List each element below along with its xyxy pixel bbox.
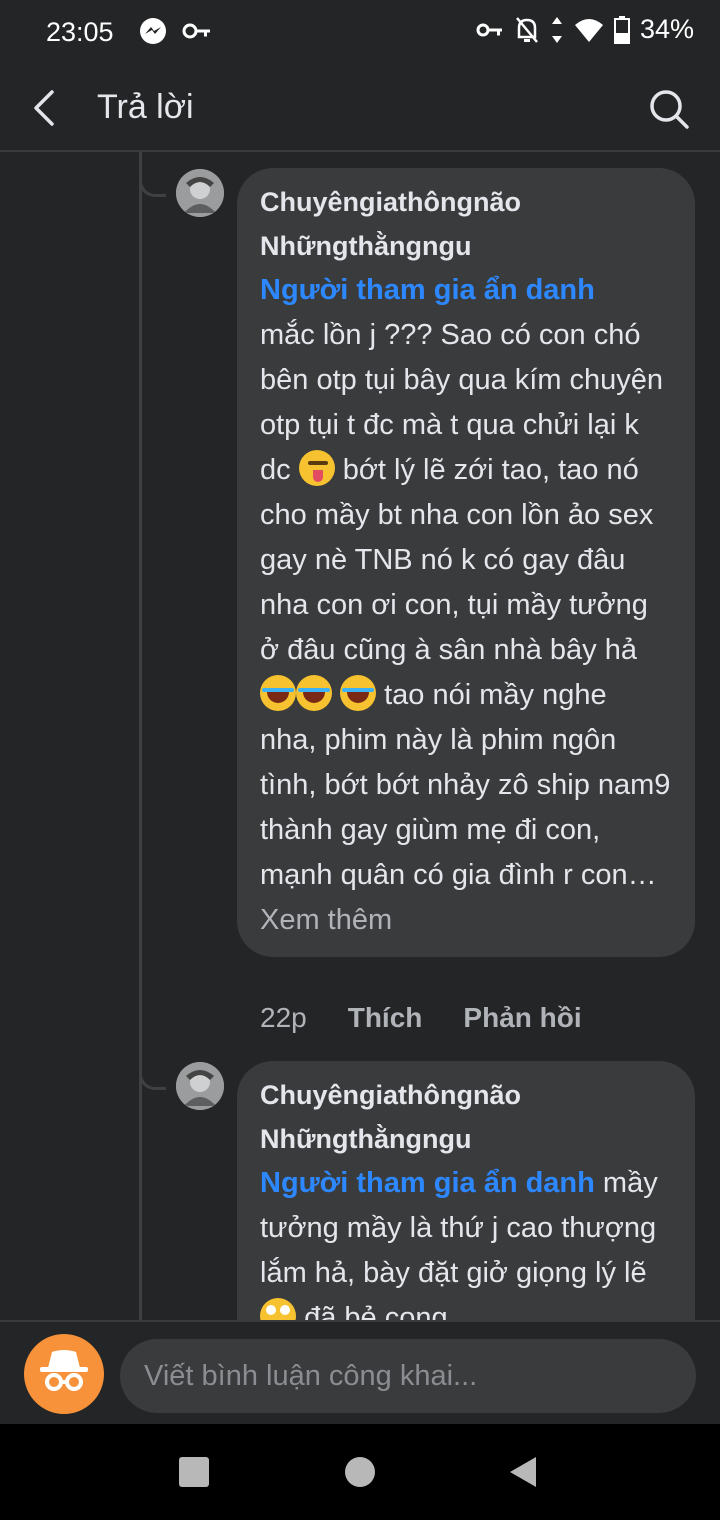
tongue-emoji-icon [298,450,335,486]
chevron-left-icon[interactable] [26,88,66,128]
search-icon[interactable] [648,88,690,130]
page-title: Trả lời [97,88,194,126]
comment-author[interactable]: Chuyêngiathôngnão Nhữngthằngngu [260,180,671,268]
comment-actions: 22p Thích Phản hồi [260,1002,623,1034]
comment-bubble[interactable]: Chuyêngiathôngnão Nhữngthằngngu Người th… [237,1061,695,1320]
see-more-link[interactable]: Xem thêm [260,904,392,936]
reply-button[interactable]: Phản hồi [463,1002,581,1034]
incognito-icon[interactable] [24,1334,104,1414]
bell-off-icon [515,16,538,43]
triangle-back-icon[interactable] [506,1454,542,1490]
comment-time: 22p [260,1002,307,1033]
avatar-image [176,1062,224,1110]
comment-composer [0,1320,720,1426]
square-icon[interactable] [176,1454,212,1490]
battery-percent: 34% [639,14,694,44]
messenger-icon [140,18,166,44]
system-nav-bar [0,1424,720,1520]
avatar-image [176,169,224,217]
like-button[interactable]: Thích [348,1002,423,1034]
laughing-emoji-icon [260,675,296,711]
data-arrows-icon [551,16,562,43]
comment-bubble[interactable]: Chuyêngiathôngnão Nhữngthằngngu Người th… [237,168,695,957]
comment-body: Người tham gia ẩn danh mắc lồn j ??? Sao… [260,268,671,943]
status-right-icons: 34% [476,14,694,45]
thread-line [139,152,142,1320]
key-icon [182,23,210,39]
thread-elbow [139,1063,166,1090]
header: Trả lời [0,66,720,152]
comment-body: Người tham gia ẩn danh mầy tưởng mầy là … [260,1161,671,1320]
laughing-emoji-icon [340,675,377,711]
status-left-icons [138,16,212,46]
thread-elbow [139,170,166,197]
mention-link[interactable]: Người tham gia ẩn danh [260,268,671,313]
vpn-key-icon [476,23,502,36]
comment-thread[interactable]: Chuyêngiathôngnão Nhữngthằngngu Người th… [0,152,720,1320]
avatar[interactable] [176,1062,224,1110]
comment-author[interactable]: Chuyêngiathôngnão Nhữngthằngngu [260,1073,671,1161]
wifi-icon [574,18,603,42]
avatar[interactable] [176,169,224,217]
comment-input[interactable] [120,1339,696,1413]
eye-roll-emoji-icon [260,1298,296,1320]
status-bar: 23:05 34% [0,0,720,66]
circle-icon[interactable] [342,1454,378,1490]
status-time: 23:05 [46,17,114,47]
battery-icon [613,15,630,44]
mention-link[interactable]: Người tham gia ẩn danh [260,1167,595,1199]
laughing-emoji-icon [296,675,332,711]
